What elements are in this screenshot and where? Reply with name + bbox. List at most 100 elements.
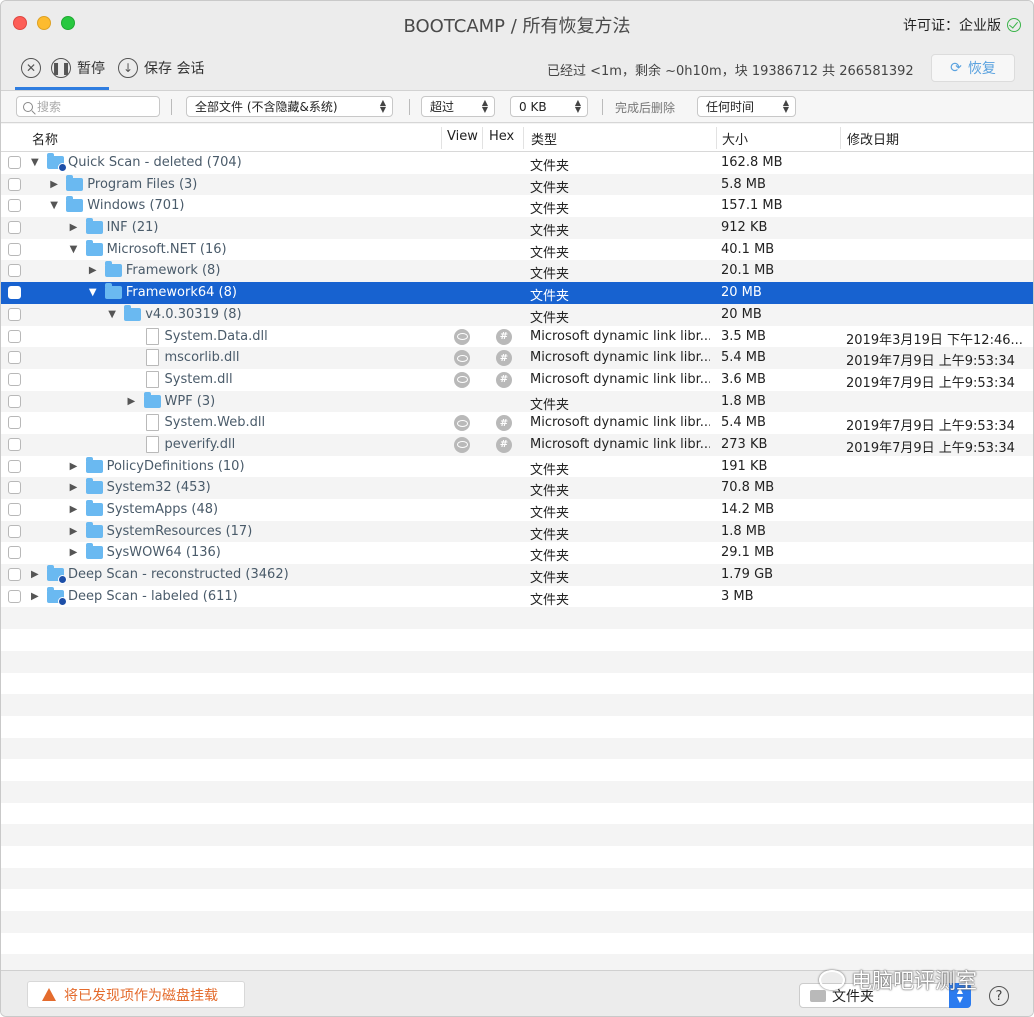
column-divider[interactable]: [482, 127, 483, 149]
table-row[interactable]: ▶ WPF (3) 文件夹 1.8 MB: [1, 390, 1033, 413]
column-type[interactable]: 类型: [531, 129, 557, 148]
row-checkbox[interactable]: [8, 546, 21, 560]
eye-icon[interactable]: [454, 328, 470, 345]
save-session-label: 保存 会话: [144, 61, 205, 77]
table-row[interactable]: ▼ Microsoft.NET (16) 文件夹 40.1 MB: [1, 239, 1033, 261]
column-size[interactable]: 大小: [722, 129, 748, 148]
table-row[interactable]: System.dll # Microsoft dynamic link libr..…: [1, 369, 1033, 391]
table-row[interactable]: mscorlib.dll # Microsoft dynamic link libr…: [1, 347, 1033, 369]
row-checkbox[interactable]: [8, 568, 21, 582]
row-checkbox[interactable]: [8, 199, 21, 213]
window-title: BOOTCAMP / 所有恢复方法: [403, 16, 631, 37]
disclosure-open-icon[interactable]: ▼: [89, 286, 97, 299]
row-size: 20 MB: [721, 285, 762, 301]
disclosure-closed-icon[interactable]: ▶: [128, 395, 136, 408]
column-divider[interactable]: [523, 127, 524, 149]
table-row[interactable]: System.Data.dll # Microsoft dynamic link l…: [1, 326, 1033, 348]
row-checkbox[interactable]: [8, 242, 21, 256]
row-checkbox[interactable]: [8, 264, 21, 278]
time-filter-select[interactable]: 任何时间 ▲ ▼: [697, 96, 796, 117]
table-row[interactable]: ▶ SysWOW64 (136) 文件夹 29.1 MB: [1, 542, 1033, 564]
disclosure-closed-icon[interactable]: ▶: [70, 525, 78, 538]
column-divider[interactable]: [840, 127, 841, 149]
hex-icon[interactable]: #: [496, 371, 512, 388]
disclosure-open-icon[interactable]: ▼: [70, 243, 78, 256]
save-session-button[interactable]: ↓ 保存 会话: [118, 58, 204, 78]
pause-button[interactable]: ❚❚ 暂停: [51, 58, 105, 78]
row-checkbox[interactable]: [8, 221, 21, 235]
disclosure-open-icon[interactable]: ▼: [50, 199, 58, 212]
row-checkbox[interactable]: [8, 481, 21, 495]
folder-icon: [85, 521, 103, 538]
table-row[interactable]: ▶ INF (21) 文件夹 912 KB: [1, 217, 1033, 239]
row-checkbox[interactable]: [8, 351, 21, 365]
row-checkbox[interactable]: [8, 177, 21, 191]
disclosure-closed-icon[interactable]: ▶: [31, 568, 39, 581]
table-row[interactable]: ▼ Windows (701) 文件夹 157.1 MB: [1, 195, 1033, 217]
delete-after-label[interactable]: 完成后删除: [615, 99, 675, 116]
row-checkbox[interactable]: [8, 372, 21, 386]
row-type: 文件夹: [530, 549, 570, 565]
table-row[interactable]: ▶ SystemResources (17) 文件夹 1.8 MB: [1, 520, 1033, 543]
disclosure-closed-icon[interactable]: ▶: [89, 264, 97, 277]
hex-icon[interactable]: #: [496, 415, 512, 432]
eye-icon[interactable]: [454, 350, 470, 367]
column-view[interactable]: View: [447, 129, 478, 144]
table-row[interactable]: ▶ Deep Scan - reconstructed (3462) 文件夹 1.79…: [1, 564, 1033, 586]
stop-button[interactable]: ✕: [21, 58, 41, 78]
row-checkbox[interactable]: [8, 286, 21, 300]
check-circle-icon: [1007, 18, 1021, 32]
table-row[interactable]: ▼ Quick Scan - deleted (704) 文件夹 162.8 MB: [1, 152, 1033, 174]
disclosure-open-icon[interactable]: ▼: [31, 156, 39, 169]
hex-icon[interactable]: #: [496, 350, 512, 367]
table-row[interactable]: ▶ Program Files (3) 文件夹 5.8 MB: [1, 173, 1033, 196]
eye-icon[interactable]: [454, 436, 470, 453]
row-checkbox[interactable]: [8, 524, 21, 538]
mount-as-disk-button[interactable]: 将已发现项作为磁盘挂载: [27, 981, 245, 1008]
table-row[interactable]: ▶ Deep Scan - labeled (611) 文件夹 3 MB: [1, 586, 1033, 608]
size-operator-select[interactable]: 超过 ▲ ▼: [421, 96, 495, 117]
row-checkbox[interactable]: [8, 503, 21, 516]
hex-icon[interactable]: #: [496, 436, 512, 453]
column-divider[interactable]: [441, 127, 442, 149]
search-input[interactable]: 搜索: [16, 96, 160, 117]
app-window: BOOTCAMP / 所有恢复方法 许可证：企业版 ✕ ❚❚ 暂停 ↓ 保存 会…: [0, 0, 1034, 1017]
disclosure-open-icon[interactable]: ▼: [108, 308, 116, 321]
table-row[interactable]: ▼ Framework64 (8) 文件夹 20 MB: [1, 282, 1033, 304]
row-checkbox[interactable]: [8, 459, 21, 473]
eye-icon[interactable]: [454, 371, 470, 388]
row-checkbox[interactable]: [8, 329, 21, 343]
table-row[interactable]: ▶ Framework (8) 文件夹 20.1 MB: [1, 260, 1033, 282]
row-checkbox[interactable]: [8, 394, 21, 408]
table-row[interactable]: ▼ v4.0.30319 (8) 文件夹 20 MB: [1, 303, 1033, 326]
file-icon: [145, 370, 159, 388]
table-row[interactable]: peverify.dll # Microsoft dynamic link libr…: [1, 433, 1033, 456]
help-button[interactable]: ?: [989, 986, 1009, 1006]
table-row[interactable]: System.Web.dll # Microsoft dynamic link li…: [1, 412, 1033, 434]
hex-icon[interactable]: #: [496, 328, 512, 345]
column-hex[interactable]: Hex: [489, 129, 514, 144]
disclosure-closed-icon[interactable]: ▶: [70, 503, 78, 516]
table-row[interactable]: ▶ SystemApps (48) 文件夹 14.2 MB: [1, 499, 1033, 521]
disclosure-closed-icon[interactable]: ▶: [70, 481, 78, 494]
row-checkbox[interactable]: [8, 437, 21, 451]
row-checkbox[interactable]: [8, 416, 21, 430]
table-row[interactable]: ▶ System32 (453) 文件夹 70.8 MB: [1, 477, 1033, 499]
row-checkbox[interactable]: [8, 307, 21, 321]
size-value-select[interactable]: 0 KB ▲ ▼: [510, 96, 588, 117]
file-filter-select[interactable]: 全部文件 (不含隐藏&系统) ▲ ▼: [186, 96, 393, 117]
row-type: 文件夹: [530, 180, 570, 196]
table-row[interactable]: ▶ PolicyDefinitions (10) 文件夹 191 KB: [1, 456, 1033, 478]
column-date[interactable]: 修改日期: [847, 129, 899, 148]
disclosure-closed-icon[interactable]: ▶: [70, 221, 78, 234]
disclosure-closed-icon[interactable]: ▶: [70, 546, 78, 559]
disclosure-closed-icon[interactable]: ▶: [70, 460, 78, 473]
column-divider[interactable]: [716, 127, 717, 149]
row-checkbox[interactable]: [8, 156, 21, 169]
eye-icon[interactable]: [454, 415, 470, 432]
disclosure-closed-icon[interactable]: ▶: [50, 178, 58, 191]
restore-button[interactable]: ⟳ 恢复: [931, 54, 1015, 82]
disclosure-closed-icon[interactable]: ▶: [31, 590, 39, 603]
column-name[interactable]: 名称: [32, 129, 58, 148]
row-checkbox[interactable]: [8, 589, 21, 603]
